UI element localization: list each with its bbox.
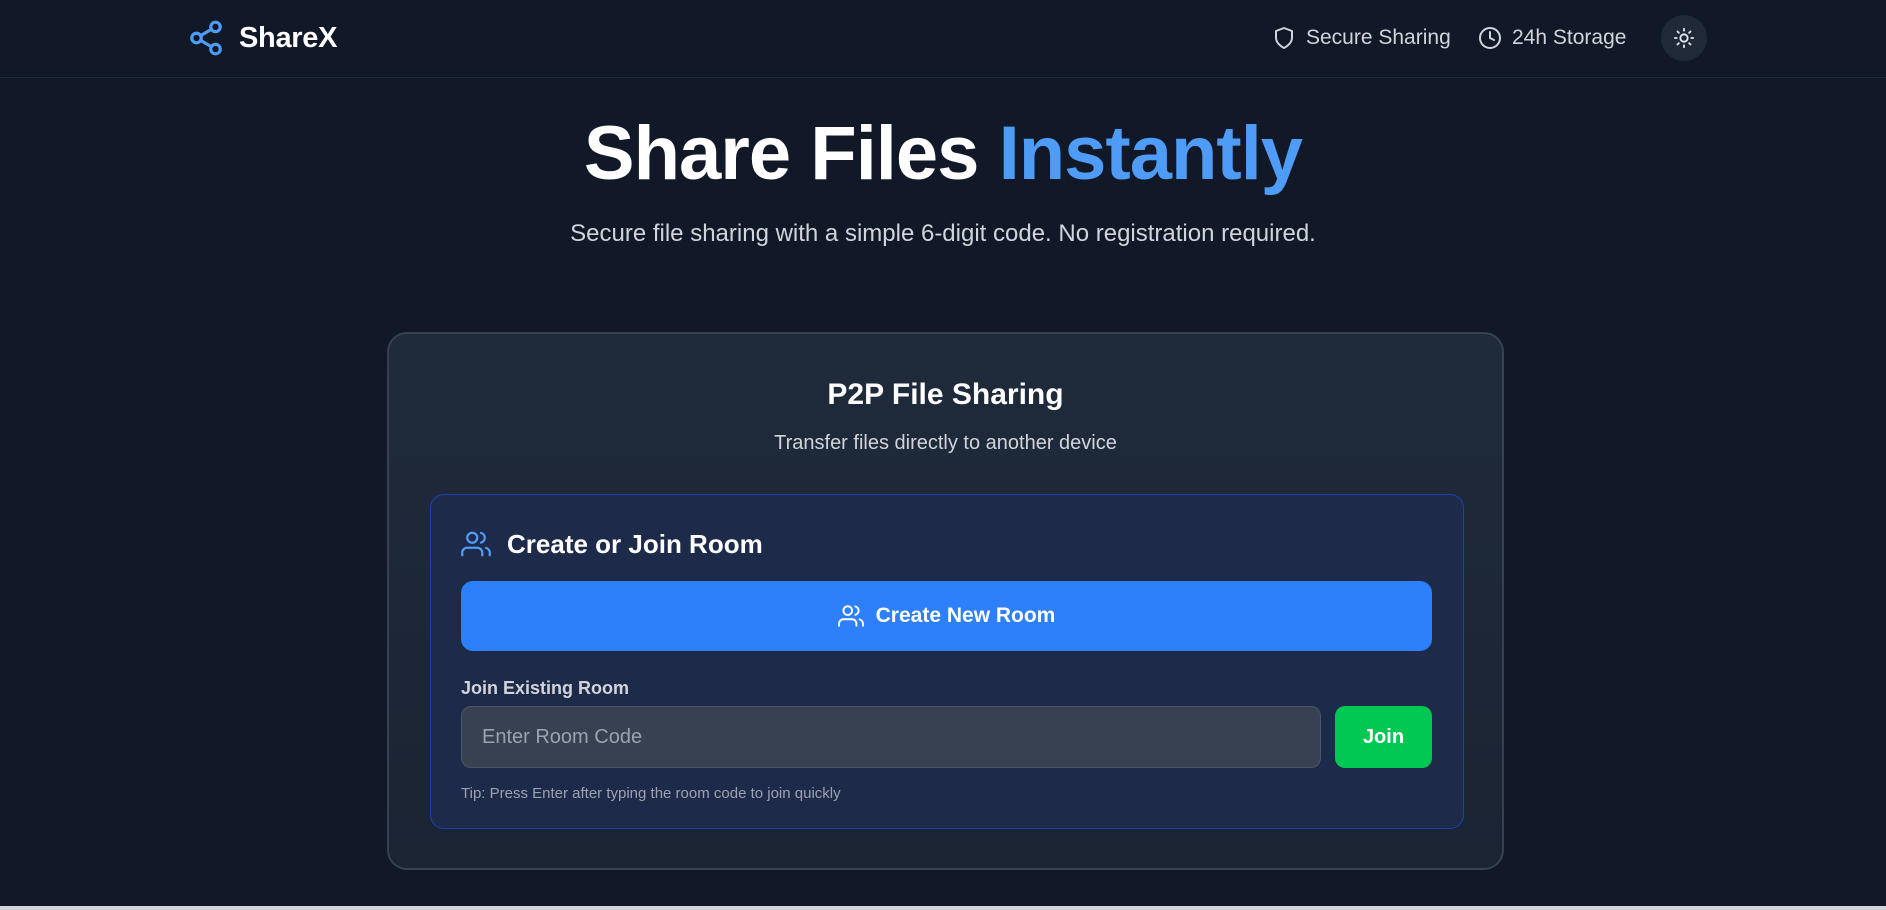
brand-name: ShareX [239,21,338,54]
theme-toggle-button[interactable] [1661,15,1707,61]
users-icon [461,531,491,557]
create-room-label: Create New Room [875,604,1056,627]
top-navbar: ShareX Secure Sharing 24h Storage [0,0,1886,78]
feature-24h-storage: 24h Storage [1478,22,1626,54]
p2p-sharing-card: P2P File Sharing Transfer files directly… [387,332,1504,870]
hero-title: Share Files Instantly [0,108,1886,200]
join-button[interactable]: Join [1335,706,1432,768]
shield-icon [1275,27,1293,49]
join-room-label: Join Existing Room [461,678,630,698]
sun-icon [1673,27,1695,49]
room-panel: Create or Join Room Create New Room Join… [430,494,1464,829]
room-panel-header: Create or Join Room [461,527,763,561]
tip-text: Tip: Press Enter after typing the room c… [461,785,841,802]
create-room-button[interactable]: Create New Room [461,581,1432,651]
bottom-divider [0,906,1886,910]
feature-label: 24h Storage [1512,26,1627,49]
room-code-input[interactable] [461,706,1321,768]
feature-secure-sharing: Secure Sharing [1272,22,1451,54]
feature-label: Secure Sharing [1306,26,1451,49]
hero-title-main: Share Files [583,111,980,196]
hero-subtitle: Secure file sharing with a simple 6-digi… [570,220,1316,247]
hero-title-accent: Instantly [998,111,1303,196]
clock-icon [1479,27,1501,49]
card-title: P2P File Sharing [827,378,1064,411]
brand-logo-link[interactable]: ShareX [187,17,337,59]
share-icon [190,20,222,56]
card-subtitle: Transfer files directly to another devic… [774,432,1117,454]
users-icon [837,605,864,627]
room-panel-title: Create or Join Room [507,528,763,559]
